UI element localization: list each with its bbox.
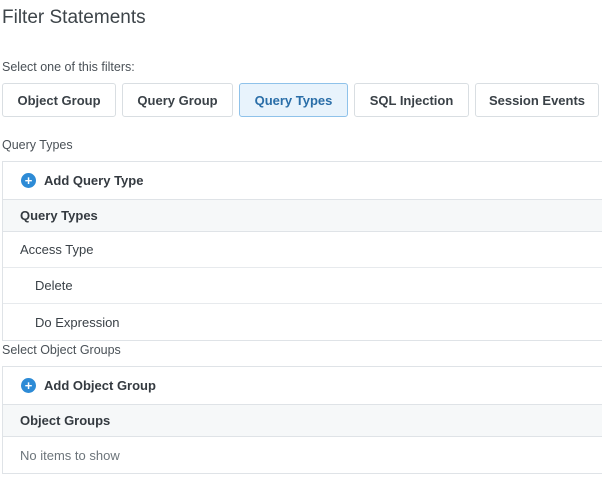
page-title: Filter Statements	[2, 7, 146, 28]
filter-button-group: Object Group Query Group Query Types SQL…	[0, 83, 602, 117]
empty-state-text: No items to show	[20, 447, 120, 463]
filter-query-group-button[interactable]: Query Group	[122, 83, 233, 117]
add-query-type-button[interactable]: + Add Query Type	[3, 162, 602, 200]
filter-statements-page: Filter Statements Select one of this fil…	[0, 0, 602, 483]
add-object-group-label: Add Object Group	[44, 378, 156, 393]
table-row[interactable]: Do Expression	[3, 304, 602, 340]
filter-sql-injection-button[interactable]: SQL Injection	[354, 83, 469, 117]
filter-object-group-button[interactable]: Object Group	[2, 83, 116, 117]
add-query-type-label: Add Query Type	[44, 173, 144, 188]
query-types-section-label: Query Types	[2, 138, 73, 152]
add-object-group-button[interactable]: + Add Object Group	[3, 367, 602, 405]
query-types-table-header: Query Types	[3, 200, 602, 232]
filter-select-label: Select one of this filters:	[2, 60, 135, 74]
plus-circle-icon: +	[21, 173, 36, 188]
object-groups-table-header: Object Groups	[3, 405, 602, 437]
table-row[interactable]: Access Type	[3, 232, 602, 268]
filter-query-types-button[interactable]: Query Types	[239, 83, 348, 117]
object-groups-panel: + Add Object Group Object Groups No item…	[2, 366, 602, 474]
plus-circle-icon: +	[21, 378, 36, 393]
object-groups-section-label: Select Object Groups	[2, 343, 121, 357]
filter-session-events-button[interactable]: Session Events	[475, 83, 599, 117]
query-types-panel: + Add Query Type Query Types Access Type…	[2, 161, 602, 341]
table-row[interactable]: Delete	[3, 268, 602, 304]
